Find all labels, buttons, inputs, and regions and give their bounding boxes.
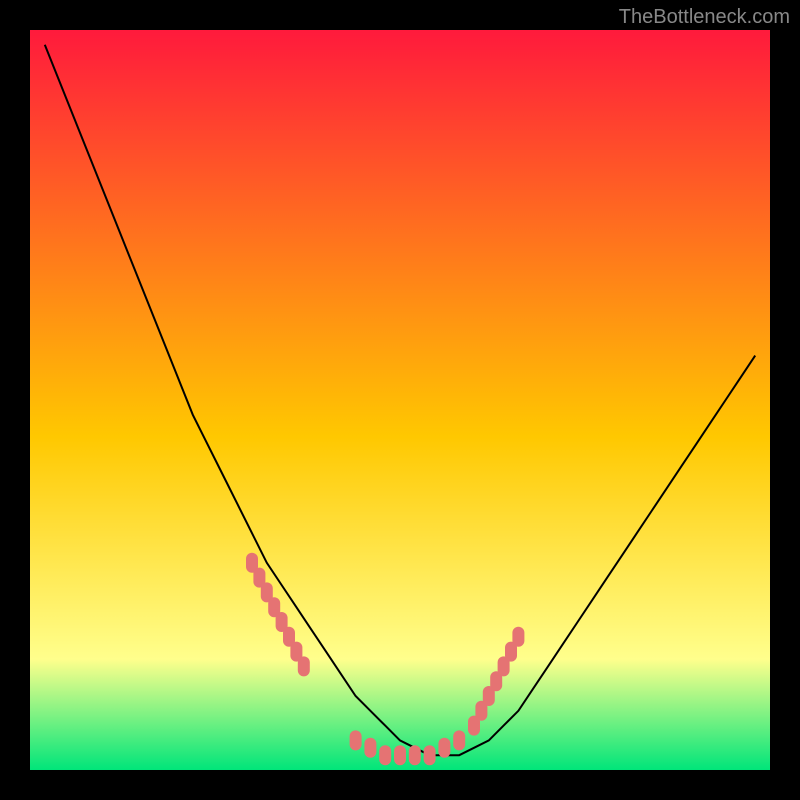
marker-right-cluster — [512, 627, 524, 647]
marker-left-cluster — [298, 656, 310, 676]
marker-bottom-cluster — [350, 730, 362, 750]
chart-frame: TheBottleneck.com — [0, 0, 800, 800]
chart-svg — [30, 30, 770, 770]
marker-bottom-cluster — [453, 730, 465, 750]
marker-bottom-cluster — [438, 738, 450, 758]
marker-bottom-cluster — [424, 745, 436, 765]
gradient-background — [30, 30, 770, 770]
marker-bottom-cluster — [394, 745, 406, 765]
plot-area — [30, 30, 770, 770]
marker-bottom-cluster — [409, 745, 421, 765]
marker-bottom-cluster — [364, 738, 376, 758]
marker-bottom-cluster — [379, 745, 391, 765]
watermark-text: TheBottleneck.com — [619, 6, 790, 29]
